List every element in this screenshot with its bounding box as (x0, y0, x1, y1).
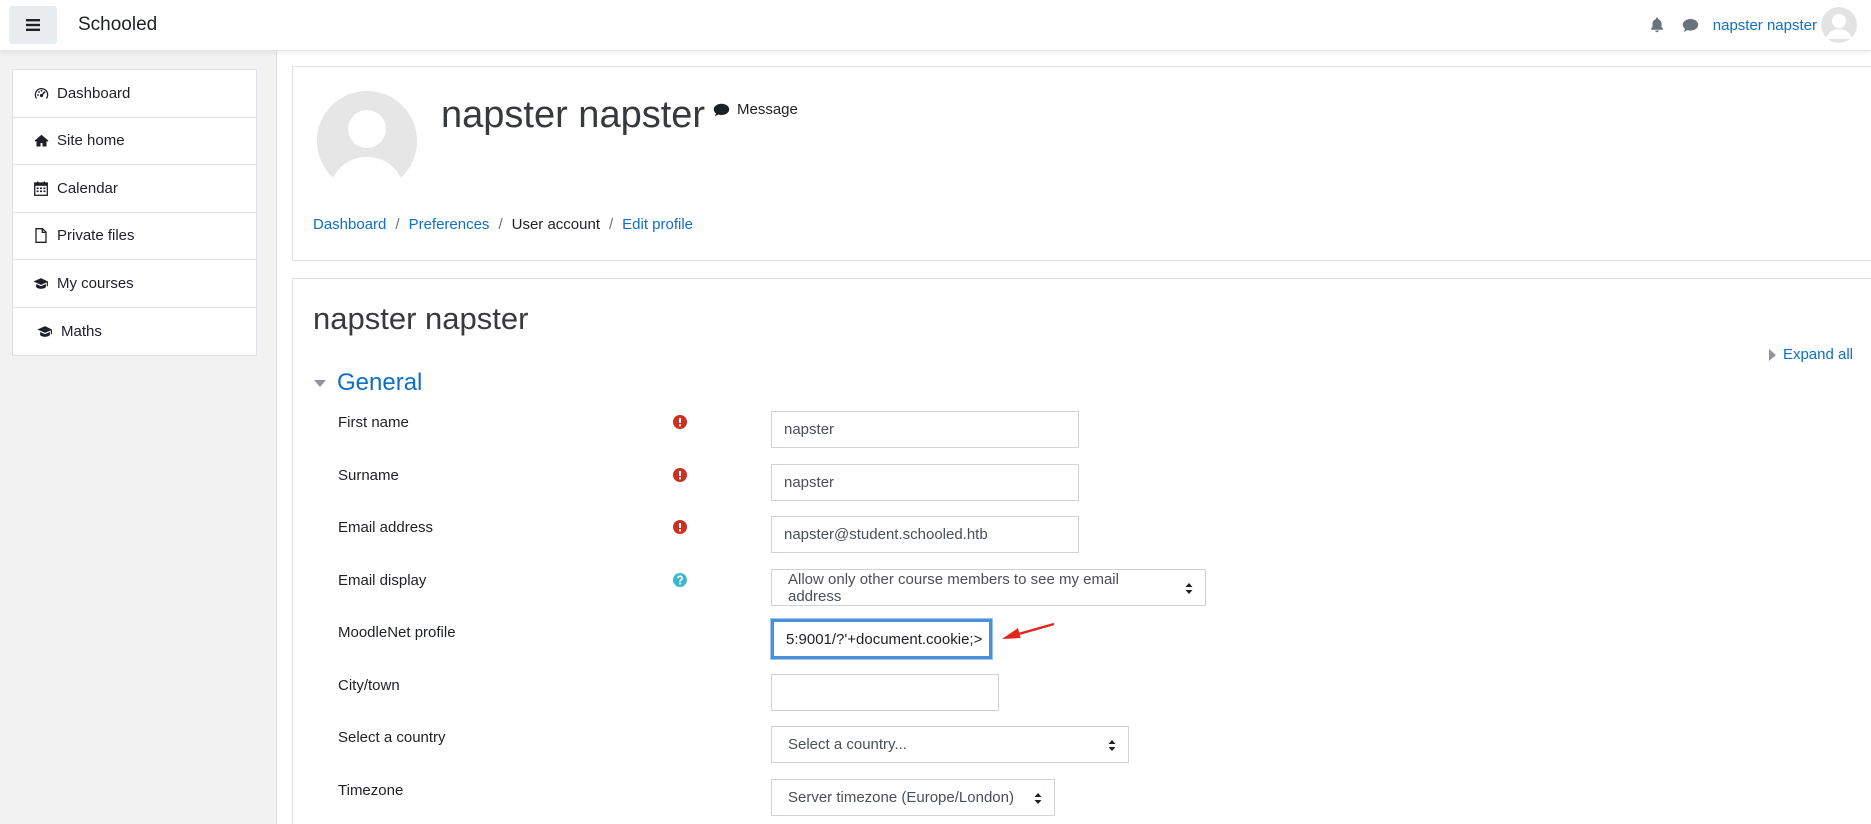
user-menu-name[interactable]: napster napster (1713, 17, 1817, 34)
email-display-selected: Allow only other course members to see m… (788, 570, 1119, 605)
bell-icon[interactable] (1647, 15, 1667, 35)
breadcrumb-dashboard[interactable]: Dashboard (313, 216, 386, 233)
first-name-input[interactable]: napster (771, 411, 1079, 448)
breadcrumb-separator: / (498, 216, 503, 233)
page-header-card: napster napster Message Dashboard / Pref… (292, 66, 1871, 261)
drawer-item-label: Maths (61, 322, 102, 340)
moodlenet-input-value: 5:9001/?'+document.cookie;> (786, 630, 983, 648)
country-label: Select a country (338, 729, 446, 746)
email-display-select[interactable]: Allow only other course members to see m… (771, 569, 1206, 606)
drawer-item-maths[interactable]: Maths (13, 308, 256, 356)
nav-drawer: Dashboard Site home Calendar Private fil… (0, 51, 277, 824)
select-arrows-icon (1034, 793, 1042, 804)
required-icon (673, 415, 687, 429)
select-arrows-icon (1108, 740, 1116, 751)
site-brand[interactable]: Schooled (78, 14, 157, 36)
drawer-item-label: Private files (57, 227, 135, 245)
graduation-cap-icon (37, 323, 53, 339)
caret-right-icon (1768, 348, 1776, 361)
required-icon (673, 520, 687, 534)
section-general-toggle[interactable]: General (314, 369, 422, 397)
drawer-item-private-files[interactable]: Private files (13, 213, 256, 260)
surname-input[interactable]: napster (771, 464, 1079, 501)
dashboard-icon (33, 85, 49, 101)
message-label: Message (737, 101, 798, 118)
chat-bubble-icon[interactable] (1681, 15, 1701, 35)
city-label: City/town (338, 677, 400, 694)
hamburger-icon (26, 19, 40, 31)
drawer-item-label: Calendar (57, 179, 118, 197)
breadcrumb: Dashboard / Preferences / User account /… (313, 216, 693, 233)
breadcrumb-edit-profile[interactable]: Edit profile (622, 216, 693, 233)
drawer-item-site-home[interactable]: Site home (13, 118, 256, 165)
breadcrumb-separator: / (395, 216, 400, 233)
graduation-cap-icon (33, 275, 49, 291)
chat-bubble-icon (713, 103, 730, 116)
required-icon (673, 468, 687, 482)
help-icon[interactable] (673, 573, 687, 587)
home-icon (33, 133, 49, 149)
select-arrows-icon (1185, 583, 1193, 594)
email-label: Email address (338, 519, 434, 536)
breadcrumb-user-account: User account (511, 216, 600, 233)
page-title: napster napster (313, 301, 529, 336)
city-input[interactable] (771, 674, 999, 711)
calendar-icon (33, 180, 49, 196)
drawer-item-dashboard[interactable]: Dashboard (13, 70, 256, 118)
drawer-item-label: Site home (57, 132, 125, 150)
caret-down-icon (314, 379, 326, 387)
drawer-item-label: My courses (57, 274, 134, 292)
file-icon (33, 228, 49, 244)
profile-avatar (317, 91, 417, 191)
country-selected: Select a country... (788, 736, 907, 753)
drawer-item-calendar[interactable]: Calendar (13, 165, 256, 213)
drawer-item-label: Dashboard (57, 84, 131, 102)
drawer-item-my-courses[interactable]: My courses (13, 260, 256, 308)
timezone-selected: Server timezone (Europe/London) (788, 789, 1014, 806)
annotation-arrow-icon (1002, 622, 1055, 639)
profile-name-heading: napster napster (441, 94, 706, 136)
drawer-nav-list: Dashboard Site home Calendar Private fil… (12, 69, 257, 356)
breadcrumb-separator: / (608, 216, 614, 233)
edit-profile-form-card: napster napster Expand all General First… (292, 278, 1871, 824)
email-display-label: Email display (338, 572, 427, 589)
user-avatar[interactable] (1821, 7, 1857, 43)
message-button[interactable]: Message (713, 101, 798, 118)
email-input[interactable]: napster@student.schooled.htb (771, 516, 1079, 553)
country-select[interactable]: Select a country... (771, 726, 1129, 763)
timezone-select[interactable]: Server timezone (Europe/London) (771, 779, 1055, 816)
section-title-general: General (337, 369, 423, 396)
moodlenet-input[interactable]: 5:9001/?'+document.cookie;> (771, 619, 992, 659)
moodlenet-label: MoodleNet profile (338, 624, 456, 641)
drawer-toggle-button[interactable] (9, 6, 57, 44)
breadcrumb-preferences[interactable]: Preferences (409, 216, 490, 233)
first-name-label: First name (338, 414, 409, 431)
expand-all-link[interactable]: Expand all (1768, 346, 1853, 363)
top-navbar: Schooled napster napster (0, 0, 1871, 51)
timezone-label: Timezone (338, 782, 404, 799)
surname-label: Surname (338, 467, 399, 484)
expand-all-label: Expand all (1782, 346, 1853, 363)
